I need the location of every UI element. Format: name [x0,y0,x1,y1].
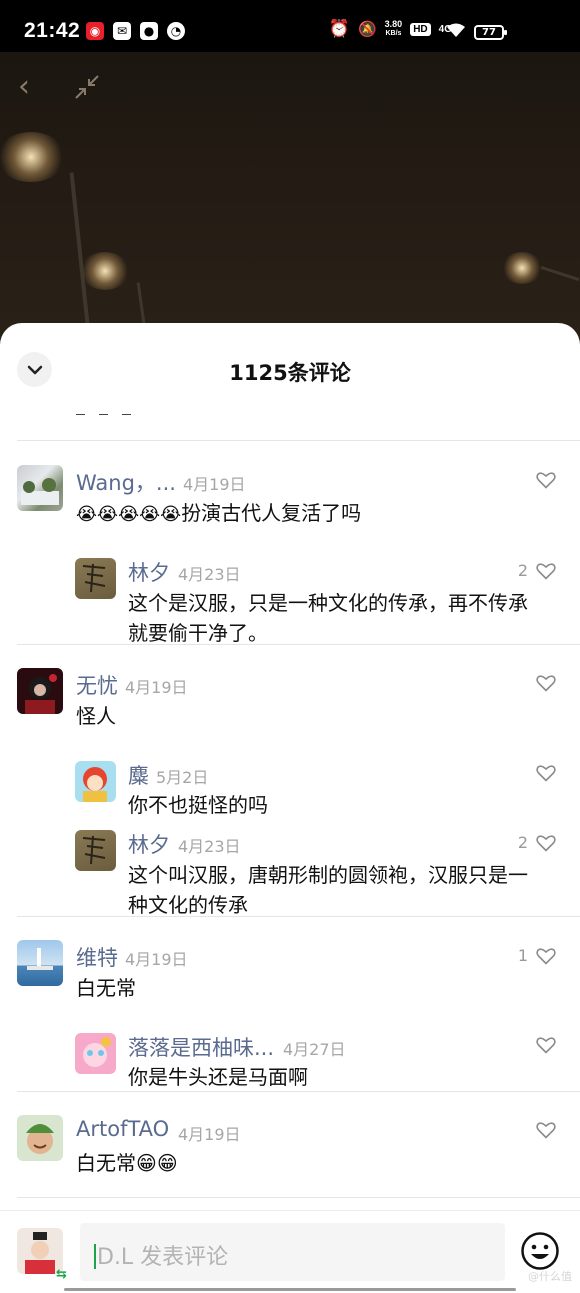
like-count: 2 [517,833,528,852]
reply-username[interactable]: 麋 [128,760,149,790]
comment-input[interactable]: D.L 发表评论 [80,1223,505,1281]
like-button[interactable]: 1 [518,946,556,965]
heart-icon [536,1122,556,1139]
like-count: 2 [517,561,528,580]
comment-date: 4月19日 [178,1125,241,1144]
comment-text: 怪人 [76,704,116,728]
username[interactable]: Wang，... [76,467,176,497]
avatar[interactable] [17,668,63,714]
avatar[interactable] [17,465,63,511]
smiley-icon [521,1232,559,1270]
like-button[interactable]: 2 [518,833,556,852]
street-lamp [80,252,130,290]
like-button[interactable] [528,1036,556,1054]
mute-icon: 🔕 [357,21,377,38]
divider [17,916,580,917]
comment-date: 4月19日 [183,475,246,494]
avatar[interactable] [75,761,116,802]
reply-date: 4月23日 [178,565,241,584]
reply-date: 4月23日 [178,837,241,856]
truncated-comment-text [76,407,166,415]
like-button[interactable] [528,674,556,692]
heart-icon [536,947,556,965]
street-lamp [0,132,66,182]
notification-icons: ◉ ✉ ● ◔ [86,22,185,40]
divider [17,1091,580,1092]
divider [17,440,580,441]
comment-text: 白无常 [76,976,136,1000]
comment-count-title: 1125条评论 [229,361,351,385]
switch-account-icon[interactable]: ⇆ [56,1267,67,1282]
wechat-icon: ✉ [113,22,131,40]
username[interactable]: 无忧 [76,670,118,700]
divider [17,644,580,645]
watermark: @什么值 [528,1270,572,1283]
lamp-pole [540,265,580,282]
wifi-icon [446,22,466,42]
heart-icon [536,834,556,852]
heart-icon [536,1037,556,1054]
app-notification-icon-2: ◔ [167,22,185,40]
street-lamp [502,252,542,284]
heart-icon [536,765,556,782]
scroll-indicator [64,1288,516,1291]
status-time: 21:42 [24,19,81,42]
collapse-video-icon[interactable] [74,74,100,106]
username[interactable]: 维特 [76,942,118,972]
comment-text: 白无常😁😁 [76,1151,178,1175]
comment-date: 4月19日 [125,950,188,969]
avatar[interactable] [75,830,116,871]
back-icon[interactable]: ‹ [18,72,30,102]
reply-username[interactable]: 林夕 [128,557,170,587]
username[interactable]: ArtofTAO [76,1117,169,1141]
divider [17,1197,580,1198]
avatar[interactable] [75,1033,116,1074]
like-button[interactable] [528,471,556,489]
like-button[interactable] [528,764,556,782]
reply-username[interactable]: 落落是西柚味... [128,1032,274,1062]
text-cursor [94,1244,96,1269]
avatar[interactable] [17,1115,63,1161]
heart-icon [536,675,556,692]
reply-text: 这个叫汉服，唐朝形制的圆领袍，汉服只是一 种文化的传承 [128,863,528,917]
comment-sheet: 1125条评论 Wang，... 4月19日 😭😭😭😭😭扮演古代人复活了吗 林夕… [0,323,580,1293]
avatar[interactable] [17,940,63,986]
reply-date: 4月27日 [283,1040,346,1059]
sheet-header: 1125条评论 [0,323,580,403]
emoji-button[interactable] [520,1231,560,1271]
comment-text: 😭😭😭😭😭扮演古代人复活了吗 [76,501,362,525]
netease-music-icon: ◉ [86,22,104,40]
comment-input-bar: ⇆ D.L 发表评论 [0,1210,580,1293]
app-notification-icon: ● [140,22,158,40]
reply-text: 这个是汉服，只是一种文化的传承，再不传承 就要偷干净了。 [128,591,528,645]
avatar[interactable] [75,558,116,599]
like-button[interactable] [528,1121,556,1139]
reply-text: 你是牛头还是马面啊 [128,1065,308,1089]
hd-badge: HD [410,22,431,36]
alarm-icon: ⏰ [328,19,350,38]
heart-icon [536,562,556,580]
heart-icon [536,472,556,489]
like-count: 1 [517,946,528,965]
battery-icon: 77 [474,25,507,40]
reply-text: 你不也挺怪的吗 [128,793,268,817]
status-indicators: ⏰ 🔕 3.80 KB/s HD 4G [329,19,452,39]
comment-date: 4月19日 [125,678,188,697]
reply-username[interactable]: 林夕 [128,829,170,859]
reply-date: 5月2日 [156,768,209,787]
like-button[interactable]: 2 [518,561,556,580]
net-speed: 3.80 KB/s [384,19,403,37]
